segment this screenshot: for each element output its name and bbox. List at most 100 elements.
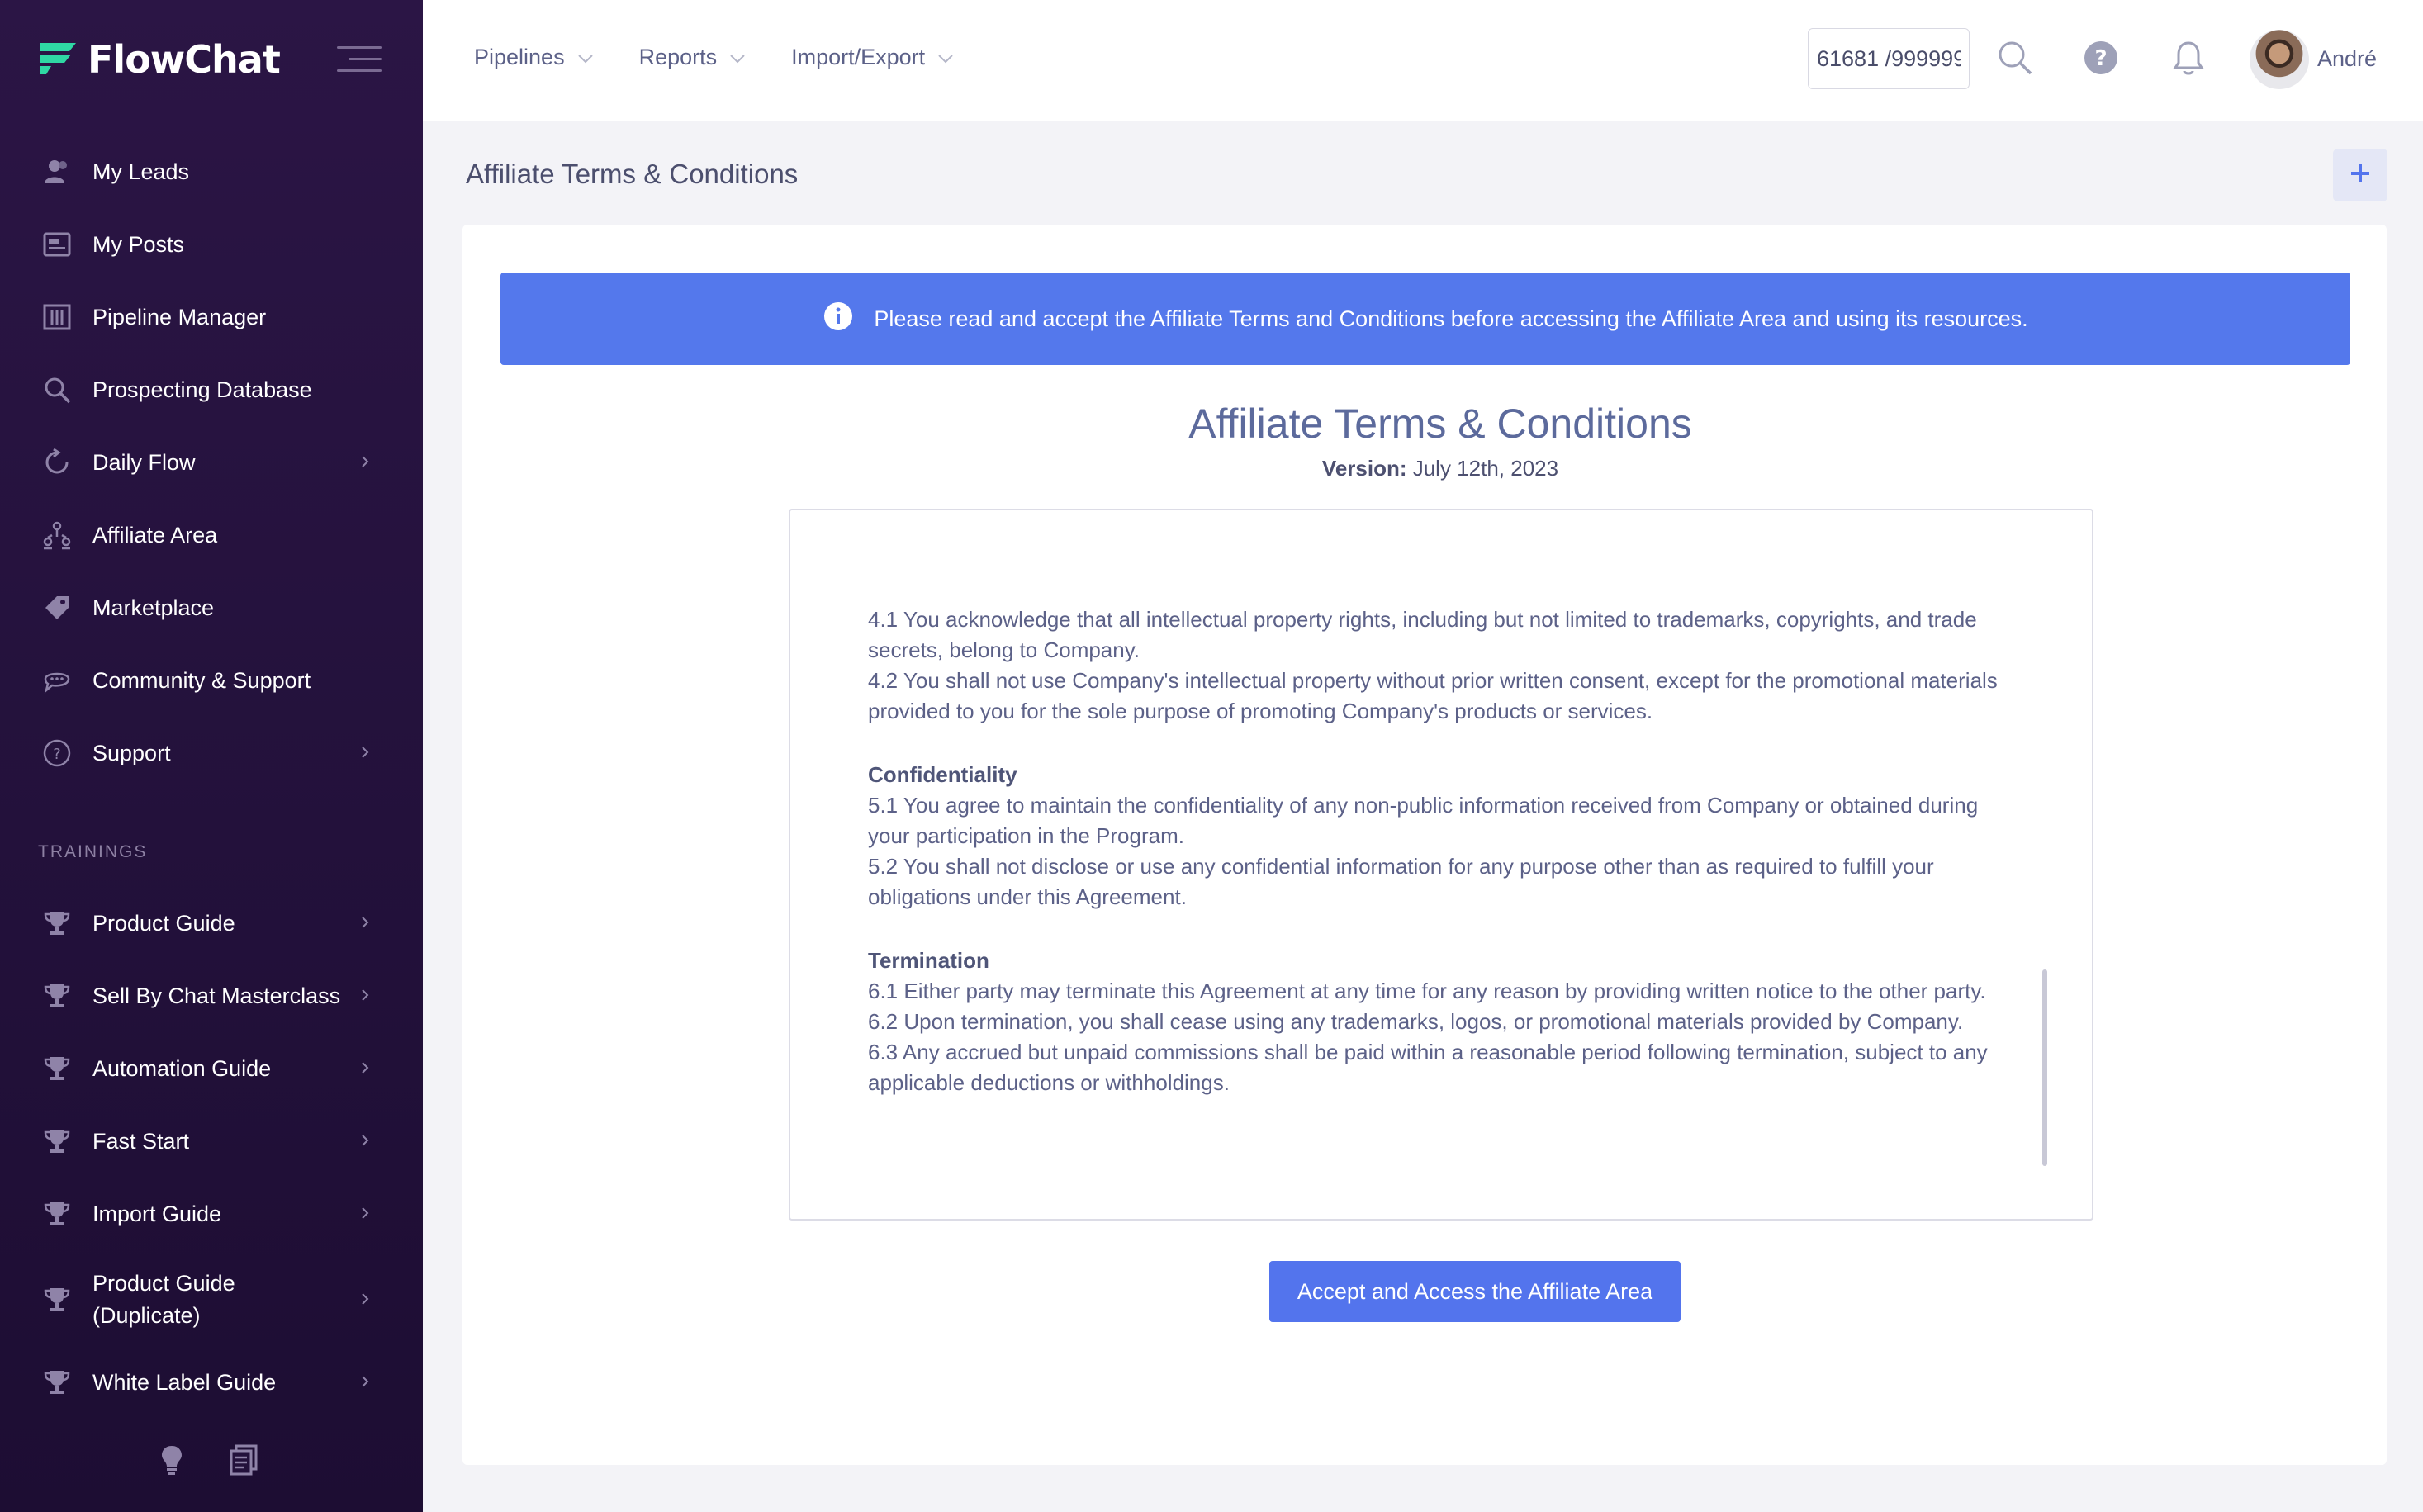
- sidebar-item-sell-by-chat-masterclass[interactable]: Sell By Chat Masterclass: [0, 963, 423, 1029]
- terms-scroll-box[interactable]: 4.1 You acknowledge that all intellectua…: [789, 509, 2093, 1221]
- alert-text: Please read and accept the Affiliate Ter…: [874, 306, 2028, 331]
- topnav-reports[interactable]: Reports: [639, 45, 747, 70]
- trophy-icon: [41, 1284, 73, 1315]
- terms-paragraph: 5.2 You shall not disclose or use any co…: [868, 854, 1934, 909]
- topnav-label: Import/Export: [791, 45, 926, 69]
- topnav-import-export[interactable]: Import/Export: [791, 45, 955, 70]
- chevron-right-icon: [358, 746, 373, 761]
- plus-icon: [2348, 161, 2373, 190]
- sidebar-item-label: Marketplace: [92, 595, 215, 620]
- topnav-pipelines[interactable]: Pipelines: [474, 45, 595, 70]
- version-value: July 12th, 2023: [1406, 456, 1559, 481]
- sidebar-item-label: Community & Support: [92, 668, 311, 693]
- chevron-down-icon: [717, 45, 747, 70]
- terms-heading: Affiliate Terms & Conditions: [1188, 401, 1692, 447]
- trophy-icon: [41, 980, 73, 1012]
- chat-icon: [41, 665, 73, 696]
- user-name[interactable]: André: [2317, 46, 2377, 72]
- version-label: Version:: [1321, 456, 1407, 481]
- sidebar-toggle-icon[interactable]: [337, 43, 382, 76]
- chevron-right-icon: [358, 1375, 373, 1390]
- sidebar-item-fast-start[interactable]: Fast Start: [0, 1108, 423, 1174]
- page-title: Affiliate Terms & Conditions: [466, 159, 799, 189]
- accept-button[interactable]: Accept and Access the Affiliate Area: [1269, 1261, 1681, 1322]
- pipeline-icon: [41, 301, 73, 333]
- sidebar-item-label: Automation Guide: [92, 1056, 272, 1081]
- network-icon: [41, 519, 73, 551]
- sidebar-item-label: Affiliate Area: [92, 523, 218, 547]
- sidebar-item-label: Support: [92, 741, 171, 765]
- terms-paragraph: 6.1 Either party may terminate this Agre…: [868, 979, 1986, 1003]
- chevron-right-icon: [358, 916, 373, 931]
- trophy-icon: [41, 1198, 73, 1230]
- brand-name: FlowChat: [88, 37, 281, 82]
- search-icon[interactable]: [1995, 38, 2035, 78]
- svg-text:?: ?: [53, 746, 61, 763]
- help-icon[interactable]: ?: [2081, 38, 2121, 78]
- help-icon: ?: [41, 737, 73, 769]
- terms-section-heading: Termination: [868, 948, 989, 973]
- terms-paragraph: 4.1 You acknowledge that all intellectua…: [868, 607, 1977, 662]
- sidebar-item-label: My Posts: [92, 232, 185, 257]
- topnav-label: Reports: [638, 45, 718, 69]
- terms-section-heading: Confidentiality: [868, 762, 1017, 787]
- chevron-down-icon: [925, 45, 955, 70]
- sidebar-item-product-guide-duplicate[interactable]: Product Guide (Duplicate): [0, 1262, 423, 1338]
- info-icon: [823, 301, 874, 338]
- add-button[interactable]: [2333, 149, 2387, 201]
- brand-logo[interactable]: FlowChat: [38, 36, 281, 83]
- sidebar-item-label: Import Guide: [92, 1202, 222, 1226]
- sidebar-item-label: White Label Guide: [92, 1370, 277, 1395]
- avatar[interactable]: [2250, 30, 2309, 89]
- trainings-section-label: TRAININGS: [38, 842, 148, 861]
- info-alert: Please read and accept the Affiliate Ter…: [500, 273, 2350, 365]
- chevron-right-icon: [358, 988, 373, 1003]
- sidebar-item-marketplace[interactable]: Marketplace: [0, 575, 423, 641]
- sidebar-item-label: Fast Start: [92, 1129, 190, 1154]
- chevron-right-icon: [358, 1061, 373, 1076]
- sidebar-item-my-leads[interactable]: My Leads: [0, 139, 423, 205]
- sidebar: FlowChat My Leads My Posts Pipeline Mana…: [0, 0, 423, 1512]
- bell-icon[interactable]: [2169, 38, 2208, 78]
- sidebar-item-label: My Leads: [92, 159, 190, 184]
- credits-counter-input[interactable]: [1808, 28, 1970, 89]
- top-nav: Pipelines Reports Import/Export: [474, 45, 999, 70]
- terms-paragraph: 4.2 You shall not use Company's intellec…: [868, 668, 1998, 723]
- trophy-icon: [41, 1053, 73, 1084]
- chevron-right-icon: [358, 1134, 373, 1149]
- sidebar-item-label: Sell By Chat Masterclass: [92, 984, 341, 1008]
- notes-icon[interactable]: [226, 1441, 263, 1477]
- terms-content: 4.1 You acknowledge that all intellectua…: [868, 604, 1999, 1098]
- trophy-icon: [41, 1367, 73, 1398]
- terms-version: Version: July 12th, 2023: [0, 456, 2423, 481]
- terms-scrollbar[interactable]: [2042, 969, 2047, 1166]
- sidebar-item-pipeline-manager[interactable]: Pipeline Manager: [0, 284, 423, 350]
- terms-paragraph: 6.2 Upon termination, you shall cease us…: [868, 1009, 1964, 1034]
- tag-icon: [41, 592, 73, 623]
- svg-text:?: ?: [2094, 46, 2107, 71]
- trophy-icon: [41, 908, 73, 939]
- chevron-down-icon: [565, 45, 595, 70]
- sidebar-footer: [0, 1441, 423, 1482]
- sidebar-item-label: Pipeline Manager: [92, 305, 267, 329]
- sidebar-item-import-guide[interactable]: Import Guide: [0, 1181, 423, 1247]
- flowchat-logo-icon: [38, 40, 78, 80]
- sidebar-item-product-guide[interactable]: Product Guide: [0, 890, 423, 956]
- sidebar-item-community-support[interactable]: Community & Support: [0, 647, 423, 713]
- trophy-icon: [41, 1126, 73, 1157]
- top-bar: Pipelines Reports Import/Export ? André: [423, 0, 2423, 121]
- sidebar-item-my-posts[interactable]: My Posts: [0, 211, 423, 277]
- sidebar-item-label: Product Guide (Duplicate): [92, 1271, 235, 1328]
- terms-paragraph: 6.3 Any accrued but unpaid commissions s…: [868, 1040, 1988, 1095]
- users-icon: [41, 156, 73, 187]
- sidebar-item-automation-guide[interactable]: Automation Guide: [0, 1036, 423, 1102]
- chevron-right-icon: [358, 1206, 373, 1221]
- chevron-right-icon: [358, 1292, 373, 1307]
- sidebar-item-white-label-guide[interactable]: White Label Guide: [0, 1349, 423, 1415]
- terms-paragraph: 5.1 You agree to maintain the confidenti…: [868, 793, 1979, 848]
- sidebar-item-affiliate-area[interactable]: Affiliate Area: [0, 502, 423, 568]
- posts-icon: [41, 229, 73, 260]
- sidebar-item-support[interactable]: ? Support: [0, 720, 423, 786]
- topnav-label: Pipelines: [474, 45, 565, 69]
- lightbulb-icon[interactable]: [154, 1441, 190, 1477]
